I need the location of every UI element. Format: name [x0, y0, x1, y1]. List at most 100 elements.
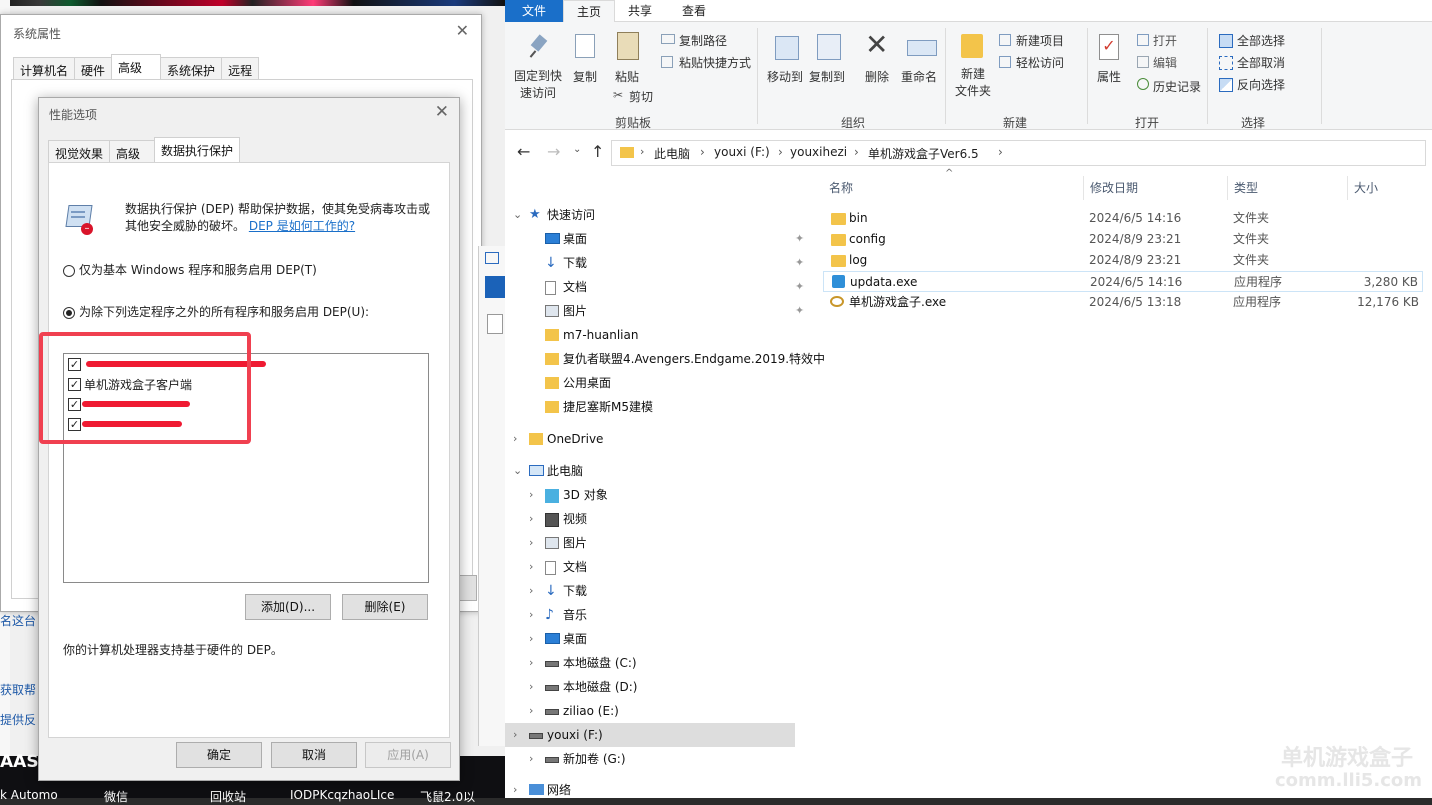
copy-to-button[interactable]: 复制到: [809, 68, 845, 85]
tab-file[interactable]: 文件: [505, 0, 563, 22]
chevron-right-icon[interactable]: ›: [529, 507, 533, 531]
nav-item[interactable]: ⌄ ★ 快速访问: [513, 203, 803, 227]
tab-view[interactable]: 查看: [671, 0, 717, 22]
chevron-right-icon[interactable]: ›: [529, 579, 533, 603]
pin-icon[interactable]: ✦: [795, 227, 804, 251]
nav-item[interactable]: › ziliao (E:): [521, 699, 811, 723]
tab-share[interactable]: 共享: [617, 0, 663, 22]
chevron-right-icon[interactable]: ›: [529, 627, 533, 651]
nav-item[interactable]: m7-huanlian: [521, 323, 811, 347]
nav-item[interactable]: ↓ 下载 ✦: [521, 251, 811, 275]
taskbar-item[interactable]: IODPKcqzhaoLIce: [290, 788, 394, 802]
breadcrumb-item[interactable]: youxihezi: [790, 145, 847, 159]
chevron-down-icon[interactable]: ⌄: [513, 203, 522, 227]
taskbar-item[interactable]: 回收站: [210, 788, 246, 805]
edit-button[interactable]: 编辑: [1153, 54, 1177, 71]
chevron-right-icon[interactable]: ›: [513, 778, 517, 802]
file-row[interactable]: updata.exe 2024/6/5 14:16 应用程序 3,280 KB: [823, 271, 1423, 292]
nav-item[interactable]: ⌄ 此电脑: [513, 459, 803, 483]
nav-item[interactable]: 捷尼塞斯M5建模: [521, 395, 811, 419]
cut-button[interactable]: 剪切: [629, 88, 653, 105]
chevron-right-icon[interactable]: ›: [529, 651, 533, 675]
tab-home[interactable]: 主页: [563, 0, 615, 22]
rename-button[interactable]: 重命名: [901, 68, 937, 85]
nav-item[interactable]: › 桌面: [521, 627, 811, 651]
nav-item[interactable]: › 新加卷 (G:): [521, 747, 811, 771]
column-size[interactable]: 大小: [1347, 176, 1427, 200]
chevron-right-icon[interactable]: ›: [529, 483, 533, 507]
nav-item[interactable]: 复仇者联盟4.Avengers.Endgame.2019.特效中: [521, 347, 825, 371]
pin-icon[interactable]: ✦: [795, 299, 804, 323]
select-none-button[interactable]: 全部取消: [1237, 54, 1285, 71]
nav-item[interactable]: › 视频: [521, 507, 811, 531]
dep-help-link[interactable]: DEP 是如何工作的?: [249, 219, 355, 233]
radio-all-dep[interactable]: [63, 307, 75, 319]
column-date[interactable]: 修改日期: [1083, 176, 1227, 200]
paste-shortcut-button[interactable]: 粘贴快捷方式: [679, 54, 751, 71]
chevron-right-icon[interactable]: ›: [529, 603, 533, 627]
nav-item[interactable]: 桌面 ✦: [521, 227, 811, 251]
chevron-right-icon[interactable]: ›: [529, 675, 533, 699]
file-row[interactable]: config 2024/8/9 23:21 文件夹: [823, 229, 1423, 250]
nav-item[interactable]: › 文档: [521, 555, 811, 579]
nav-item[interactable]: › youxi (F:): [505, 723, 795, 747]
delete-button[interactable]: 删除: [865, 68, 889, 85]
nav-item[interactable]: 文档 ✦: [521, 275, 811, 299]
remove-button[interactable]: 删除(E): [342, 594, 428, 620]
new-item-button[interactable]: 新建项目: [1016, 32, 1064, 49]
new-folder-button[interactable]: 新建 文件夹: [955, 66, 991, 100]
nav-item[interactable]: › OneDrive: [513, 427, 803, 451]
taskbar-item[interactable]: 飞鼠2.0以: [420, 788, 475, 805]
close-button[interactable]: ✕: [435, 102, 449, 122]
chevron-right-icon[interactable]: ›: [513, 723, 517, 747]
recent-locations-icon[interactable]: ⌄: [573, 144, 581, 155]
pin-icon[interactable]: ✦: [795, 275, 804, 299]
chevron-right-icon[interactable]: ›: [529, 555, 533, 579]
file-row[interactable]: log 2024/8/9 23:21 文件夹: [823, 250, 1423, 271]
column-name[interactable]: 名称: [823, 176, 853, 200]
nav-item[interactable]: › 图片: [521, 531, 811, 555]
nav-item[interactable]: › 本地磁盘 (C:): [521, 651, 811, 675]
history-button[interactable]: 历史记录: [1153, 78, 1201, 95]
chevron-right-icon[interactable]: ›: [529, 747, 533, 771]
pin-icon[interactable]: ✦: [795, 251, 804, 275]
up-icon[interactable]: ↑: [591, 142, 604, 161]
easy-access-button[interactable]: 轻松访问: [1016, 54, 1064, 71]
pin-quick-access-button[interactable]: 固定到快 速访问: [513, 68, 563, 102]
invert-selection-button[interactable]: 反向选择: [1237, 76, 1285, 93]
nav-item[interactable]: › 网络: [513, 778, 803, 802]
nav-item[interactable]: › ♪ 音乐: [521, 603, 811, 627]
ok-button[interactable]: 确定: [176, 742, 262, 768]
breadcrumb-item[interactable]: 此电脑: [654, 145, 690, 162]
address-bar[interactable]: › 此电脑 › youxi (F:) › youxihezi › 单机游戏盒子V…: [611, 140, 1426, 166]
radio-basic-dep[interactable]: [63, 265, 75, 277]
taskbar-item[interactable]: 微信: [104, 788, 128, 805]
nav-item[interactable]: › ↓ 下载: [521, 579, 811, 603]
chevron-right-icon[interactable]: ›: [529, 699, 533, 723]
chevron-right-icon[interactable]: ›: [513, 427, 517, 451]
back-icon[interactable]: ←: [517, 142, 530, 161]
forward-icon[interactable]: →: [547, 142, 560, 161]
close-button[interactable]: ✕: [456, 21, 469, 40]
nav-item[interactable]: 公用桌面: [521, 371, 811, 395]
move-to-button[interactable]: 移动到: [767, 68, 803, 85]
nav-item[interactable]: 图片 ✦: [521, 299, 811, 323]
properties-button[interactable]: 属性: [1097, 68, 1121, 85]
file-row[interactable]: bin 2024/6/5 14:16 文件夹: [823, 208, 1423, 229]
nav-item[interactable]: › 3D 对象: [521, 483, 811, 507]
nav-item[interactable]: › 本地磁盘 (D:): [521, 675, 811, 699]
column-type[interactable]: 类型: [1227, 176, 1347, 200]
breadcrumb-item[interactable]: 单机游戏盒子Ver6.5: [868, 145, 979, 162]
chevron-right-icon[interactable]: ›: [529, 531, 533, 555]
file-row[interactable]: 单机游戏盒子.exe 2024/6/5 13:18 应用程序 12,176 KB: [823, 292, 1423, 313]
copy-button[interactable]: 复制: [573, 68, 597, 85]
taskbar-item[interactable]: k Automo: [0, 788, 58, 802]
open-button[interactable]: 打开: [1153, 32, 1177, 49]
copy-path-button[interactable]: 复制路径: [679, 32, 727, 49]
cancel-button[interactable]: 取消: [271, 742, 357, 768]
background-button[interactable]: [457, 575, 477, 601]
select-all-button[interactable]: 全部选择: [1237, 32, 1285, 49]
breadcrumb-item[interactable]: youxi (F:): [714, 145, 770, 159]
paste-button[interactable]: 粘贴: [615, 68, 639, 85]
add-button[interactable]: 添加(D)...: [245, 594, 331, 620]
